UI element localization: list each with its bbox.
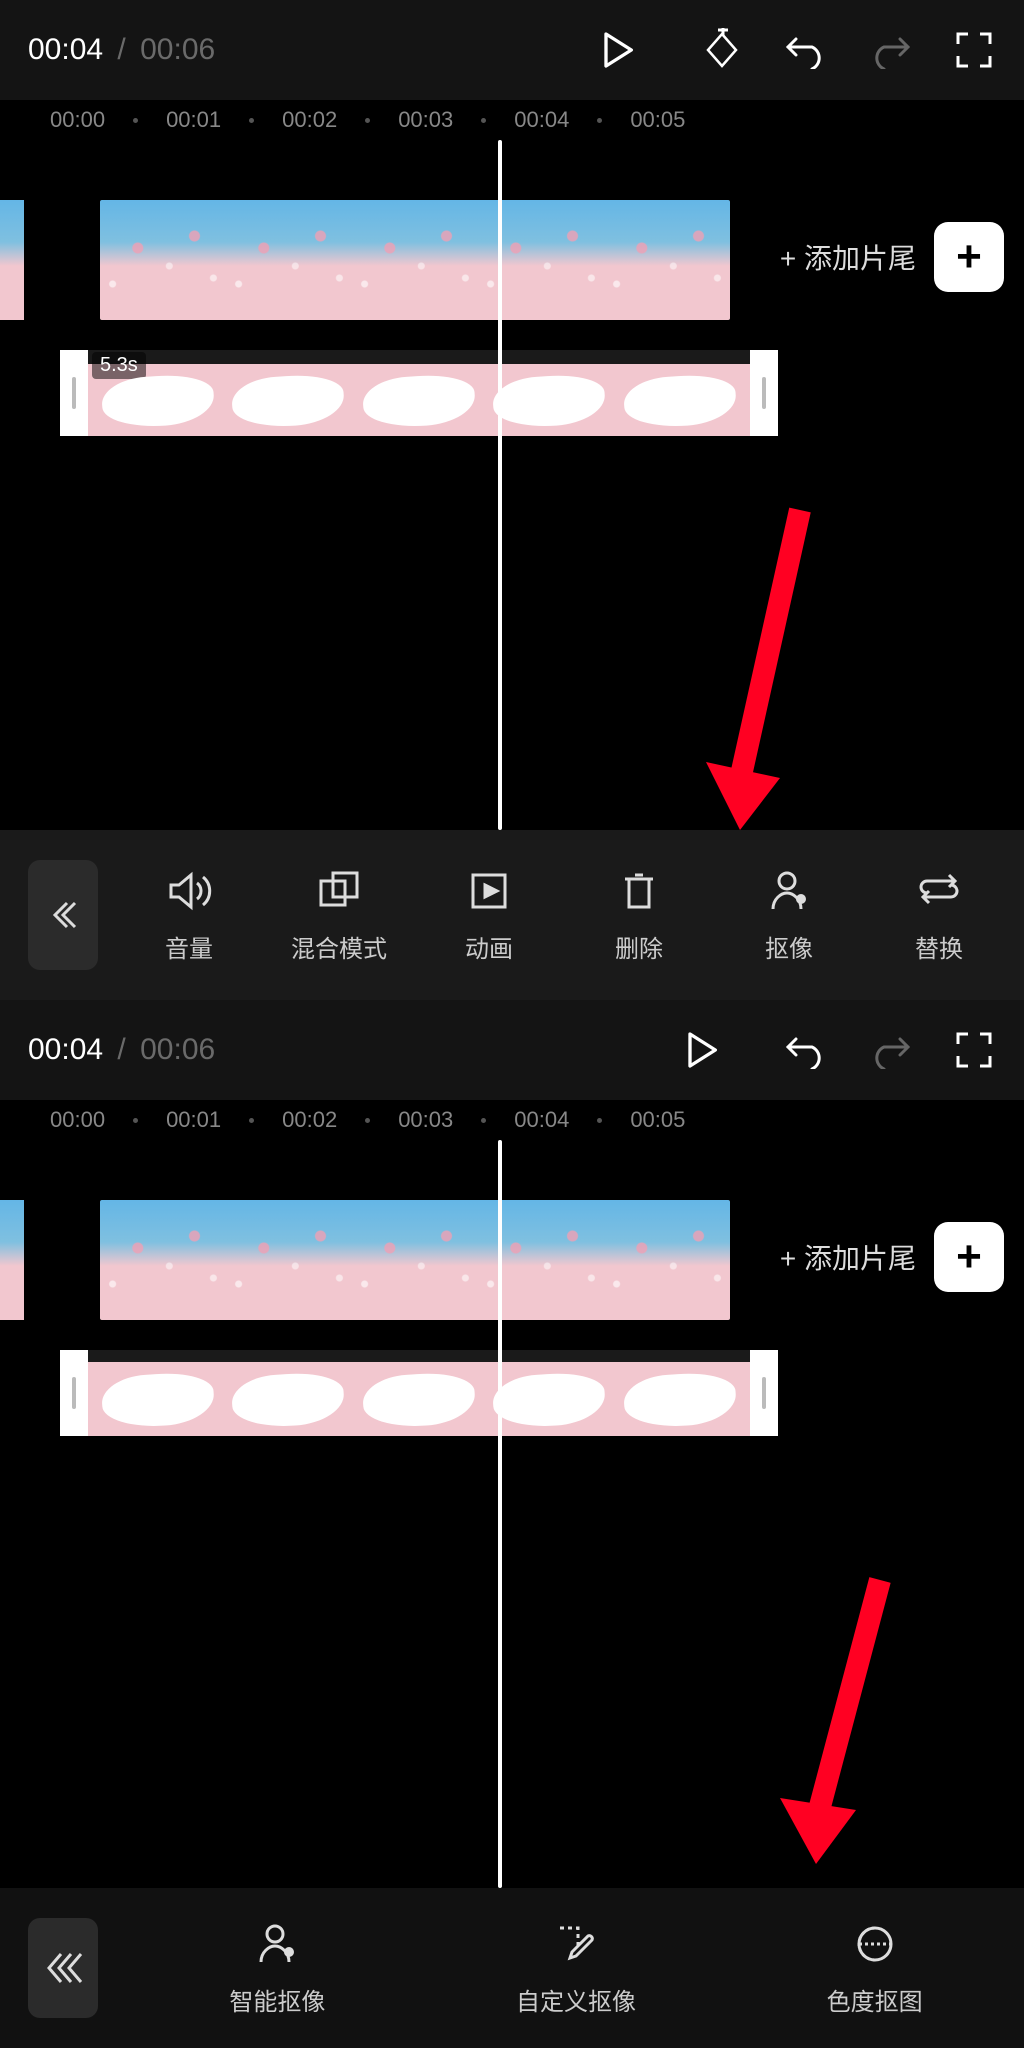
play-button[interactable] xyxy=(680,1028,724,1072)
back-button[interactable] xyxy=(28,1918,98,2018)
ruler-tick: 00:05 xyxy=(630,1107,685,1133)
submenu-chroma-key[interactable]: 色度抠图 xyxy=(725,1920,1024,2017)
tool-label: 抠像 xyxy=(765,929,813,964)
brush-select-icon xyxy=(552,1920,600,1968)
clip-handle-right[interactable] xyxy=(750,350,778,436)
clip-sliver[interactable] xyxy=(0,1200,24,1320)
collapse-toolbar-button[interactable] xyxy=(28,860,98,970)
time-sep: / xyxy=(117,1033,125,1066)
cutout-submenu: 智能抠像 自定义抠像 色度抠图 xyxy=(0,1888,1024,2048)
volume-icon xyxy=(165,867,213,915)
ruler-tick: 00:05 xyxy=(630,107,685,133)
clip-handle-right[interactable] xyxy=(750,1350,778,1436)
add-clip-button[interactable]: + xyxy=(934,1222,1004,1292)
add-ending-label: + 添加片尾 xyxy=(780,1237,916,1277)
player-header: 00:04 / 00:06 xyxy=(0,1000,1024,1100)
tool-label: 混合模式 xyxy=(291,929,387,964)
tool-delete[interactable]: 删除 xyxy=(564,867,714,964)
add-ending-label: + 添加片尾 xyxy=(780,237,916,277)
overlay-clip[interactable]: 5.3s xyxy=(60,350,778,436)
submenu-label: 色度抠图 xyxy=(827,1982,923,2017)
time-display: 00:04 / 00:06 xyxy=(28,1033,680,1067)
tool-label: 替换 xyxy=(915,929,963,964)
time-current: 00:04 xyxy=(28,1033,103,1066)
ruler-tick: 00:02 xyxy=(282,1107,337,1133)
ruler-tick: 00:00 xyxy=(50,107,105,133)
time-display: 00:04 / 00:06 xyxy=(28,33,596,67)
playhead[interactable] xyxy=(498,1140,502,1888)
tool-label: 删除 xyxy=(615,929,663,964)
overlay-clip[interactable] xyxy=(60,1350,778,1436)
ruler-tick: 00:04 xyxy=(514,107,569,133)
tool-volume[interactable]: 音量 xyxy=(114,867,264,964)
clip-handle-left[interactable] xyxy=(60,350,88,436)
submenu-custom-cutout[interactable]: 自定义抠像 xyxy=(427,1920,726,2017)
ruler-tick: 00:01 xyxy=(166,107,221,133)
tool-label: 音量 xyxy=(165,929,213,964)
undo-button[interactable] xyxy=(784,28,828,72)
chroma-key-icon xyxy=(851,1920,899,1968)
time-total: 00:06 xyxy=(140,33,215,66)
add-ending-button[interactable]: + 添加片尾 + xyxy=(780,222,1004,292)
blend-icon xyxy=(315,867,363,915)
fullscreen-button[interactable] xyxy=(952,1028,996,1072)
ruler-tick: 00:02 xyxy=(282,107,337,133)
tool-label: 动画 xyxy=(465,929,513,964)
clip-toolbar: 音量 混合模式 动画 删除 抠像 xyxy=(0,830,1024,1000)
submenu-smart-cutout[interactable]: 智能抠像 xyxy=(128,1920,427,2017)
person-cutout-icon xyxy=(765,867,813,915)
clip-sliver[interactable] xyxy=(0,200,24,320)
trash-icon xyxy=(615,867,663,915)
replace-icon xyxy=(915,867,963,915)
redo-button[interactable] xyxy=(868,1028,912,1072)
play-button[interactable] xyxy=(596,28,640,72)
fullscreen-button[interactable] xyxy=(952,28,996,72)
clip-thumbnails[interactable] xyxy=(100,200,730,320)
redo-button[interactable] xyxy=(868,28,912,72)
add-clip-button[interactable]: + xyxy=(934,222,1004,292)
timeline-ruler[interactable]: 00:00 00:01 00:02 00:03 00:04 00:05 xyxy=(0,100,1024,140)
annotation-arrow xyxy=(770,1570,900,1870)
ruler-tick: 00:03 xyxy=(398,107,453,133)
timeline-tracks[interactable]: + 添加片尾 + 5.3s xyxy=(0,140,1024,830)
clip-thumbnails[interactable] xyxy=(100,1200,730,1320)
person-cutout-icon xyxy=(253,1920,301,1968)
animation-icon xyxy=(465,867,513,915)
add-ending-button[interactable]: + 添加片尾 + xyxy=(780,1222,1004,1292)
keyframe-button[interactable] xyxy=(700,28,744,72)
submenu-label: 智能抠像 xyxy=(229,1982,325,2017)
submenu-label: 自定义抠像 xyxy=(516,1982,636,2017)
timeline-tracks[interactable]: + 添加片尾 + xyxy=(0,1140,1024,1888)
player-header: 00:04 / 00:06 xyxy=(0,0,1024,100)
ruler-tick: 00:04 xyxy=(514,1107,569,1133)
tool-cutout[interactable]: 抠像 xyxy=(714,867,864,964)
ruler-tick: 00:03 xyxy=(398,1107,453,1133)
tool-blend-mode[interactable]: 混合模式 xyxy=(264,867,414,964)
time-total: 00:06 xyxy=(140,1033,215,1066)
tool-replace[interactable]: 替换 xyxy=(864,867,1014,964)
tool-animation[interactable]: 动画 xyxy=(414,867,564,964)
timeline-ruler[interactable]: 00:00 00:01 00:02 00:03 00:04 00:05 xyxy=(0,1100,1024,1140)
annotation-arrow xyxy=(700,500,820,830)
time-sep: / xyxy=(117,33,125,66)
undo-button[interactable] xyxy=(784,1028,828,1072)
playhead[interactable] xyxy=(498,140,502,830)
clip-handle-left[interactable] xyxy=(60,1350,88,1436)
time-current: 00:04 xyxy=(28,33,103,66)
ruler-tick: 00:00 xyxy=(50,1107,105,1133)
ruler-tick: 00:01 xyxy=(166,1107,221,1133)
